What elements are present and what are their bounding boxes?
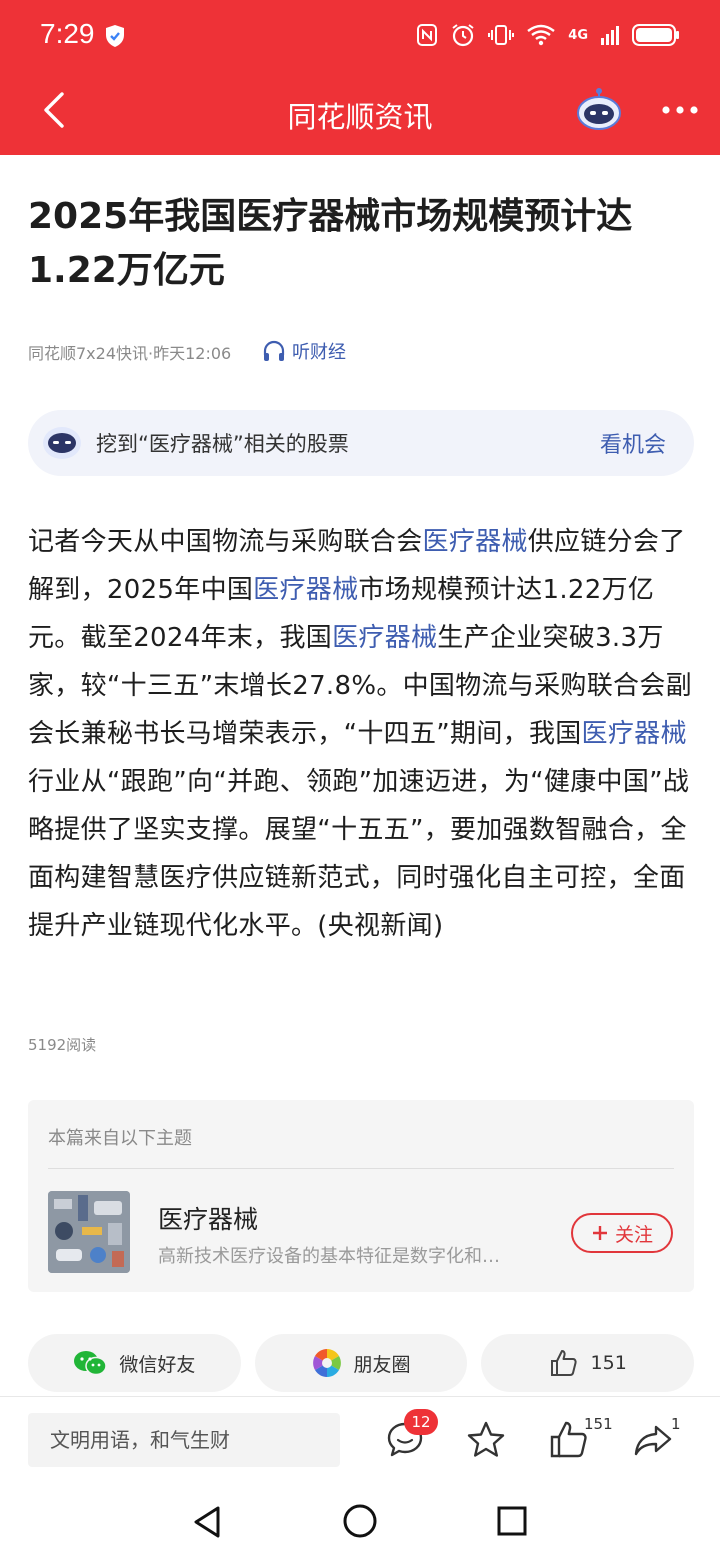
listen-label: 听财经 [292, 342, 346, 363]
topic-section-label: 本篇来自以下主题 [48, 1128, 192, 1149]
share-moments-button[interactable]: 朋友圈 [254, 1334, 468, 1392]
keyword-link[interactable]: 医疗器械 [423, 527, 528, 557]
top-bar: 7:29 4G 同花顺资讯 [0, 0, 720, 155]
related-stocks-banner[interactable]: 挖到“医疗器械”相关的股票 看机会 [28, 410, 694, 476]
article-meta: 同花顺7x24快讯·昨天12:06 [28, 344, 232, 363]
follow-button[interactable]: 关注 [571, 1213, 673, 1253]
bottom-action-bar: 文明用语，和气生财 12 151 1 [0, 1396, 720, 1482]
network-type: 4G [568, 27, 588, 43]
status-bar: 7:29 4G [0, 0, 720, 72]
topic-thumbnail-image[interactable] [48, 1191, 130, 1273]
share-row: 微信好友 朋友圈 151 [28, 1334, 695, 1392]
topic-description: 高新技术医疗设备的基本特征是数字化和… [158, 1246, 500, 1267]
like-pill-button[interactable]: 151 [481, 1334, 695, 1392]
share-wechat-label: 微信好友 [119, 1353, 196, 1376]
headphones-icon [263, 340, 285, 361]
follow-label: 关注 [614, 1223, 653, 1246]
body-text-segment: 记者今天从中国物流与采购联合会 [28, 527, 423, 557]
divider [48, 1168, 674, 1169]
see-opportunity-link[interactable]: 看机会 [600, 427, 666, 459]
more-options-icon[interactable] [660, 92, 700, 128]
listen-button[interactable]: 听财经 [262, 338, 346, 364]
keyword-link[interactable]: 医疗器械 [582, 719, 687, 749]
vibrate-icon [488, 25, 515, 45]
status-time: 7:29 [40, 18, 95, 49]
alarm-icon [452, 24, 474, 47]
keyword-link[interactable]: 医疗器械 [332, 623, 437, 653]
share-moments-label: 朋友圈 [353, 1353, 411, 1376]
thumbs-up-icon [550, 1350, 577, 1376]
topic-name[interactable]: 医疗器械 [158, 1200, 258, 1236]
status-icons: 4G [416, 20, 680, 50]
article-title: 2025年我国医疗器械市场规模预计达1.22万亿元 [28, 196, 633, 291]
nfc-icon [417, 24, 438, 46]
comment-input[interactable]: 文明用语，和气生财 [28, 1413, 340, 1467]
like-pill-count: 151 [590, 1352, 627, 1374]
signal-icon [601, 26, 619, 45]
read-count: 5192阅读 [28, 1036, 97, 1054]
nav-back-icon[interactable] [190, 1504, 224, 1540]
wechat-icon [74, 1351, 108, 1376]
share-count: 1 [671, 1415, 681, 1433]
plus-icon [592, 1226, 607, 1240]
share-wechat-button[interactable]: 微信好友 [28, 1334, 241, 1392]
ai-assistant-robot-icon[interactable] [576, 87, 622, 131]
topic-card: 本篇来自以下主题 医疗器械 高新技术医疗设备的基本特征是数字化和… 关注 [28, 1100, 694, 1292]
wifi-icon [527, 24, 556, 46]
battery-icon [632, 24, 679, 46]
comment-count-badge: 12 [404, 1409, 438, 1435]
moments-icon [312, 1349, 341, 1377]
ai-robot-icon [43, 427, 81, 459]
body-text-segment: 行业从“跟跑”向“并跑、领跑”加速迈进，为“健康中国”战略提供了坚实支撑。展望“… [28, 767, 690, 941]
share-arrow-icon[interactable] [632, 1419, 674, 1461]
keyword-link[interactable]: 医疗器械 [253, 575, 358, 605]
system-navigation-bar [0, 1482, 720, 1560]
related-stocks-text: 挖到“医疗器械”相关的股票 [96, 432, 349, 456]
security-shield-icon [106, 25, 124, 47]
favorite-star-icon[interactable] [465, 1419, 507, 1461]
like-count: 151 [584, 1415, 613, 1433]
nav-recents-icon[interactable] [496, 1505, 528, 1537]
app-header: 同花顺资讯 [0, 72, 720, 155]
article-body: 记者今天从中国物流与采购联合会医疗器械供应链分会了解到，2025年中国医疗器械市… [28, 518, 700, 950]
nav-home-icon[interactable] [342, 1503, 378, 1539]
